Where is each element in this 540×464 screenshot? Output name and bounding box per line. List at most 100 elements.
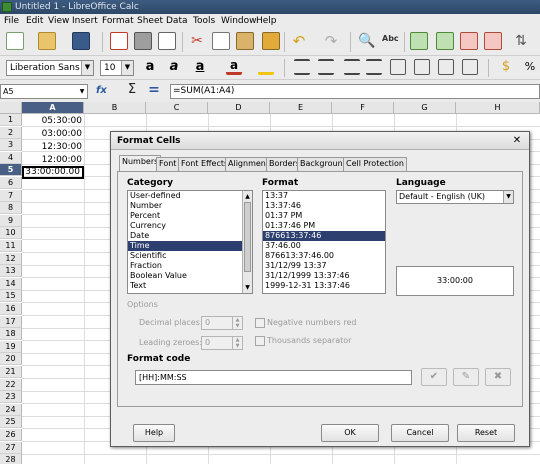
format-code-input[interactable]: [HH]:MM:SS: [135, 370, 412, 385]
row-header[interactable]: 17: [0, 315, 22, 328]
format-item[interactable]: 31/12/99 13:37: [263, 261, 385, 271]
row-header[interactable]: 1: [0, 114, 22, 126]
cell-a3[interactable]: 12:30:00: [22, 141, 84, 153]
column-header-c[interactable]: C: [146, 102, 208, 114]
menu-data[interactable]: Data: [166, 15, 188, 27]
row-header[interactable]: 7: [0, 189, 22, 202]
menu-help[interactable]: Help: [256, 15, 277, 27]
negative-red-checkbox[interactable]: [255, 318, 265, 328]
print-preview-icon[interactable]: [158, 32, 176, 50]
menu-tools[interactable]: Tools: [193, 15, 215, 27]
sort-icon[interactable]: ⇅: [512, 32, 530, 50]
thousands-separator-checkbox[interactable]: [255, 336, 265, 346]
column-header-a[interactable]: A: [22, 102, 84, 114]
highlight-color-icon[interactable]: [258, 59, 274, 75]
format-item[interactable]: 01:37:46 PM: [263, 221, 385, 231]
print-icon[interactable]: [134, 32, 152, 50]
open-folder-icon[interactable]: [38, 32, 56, 50]
font-name-combo[interactable]: Liberation Sans ▼: [6, 60, 94, 76]
menu-window[interactable]: Window: [221, 15, 257, 27]
spinner-arrows-icon[interactable]: ▲ ▼: [232, 317, 242, 329]
menu-format[interactable]: Format: [102, 15, 134, 27]
row-header[interactable]: 28: [0, 454, 22, 464]
category-item[interactable]: Fraction: [128, 261, 252, 271]
row-header[interactable]: 21: [0, 366, 22, 378]
delete-row-icon[interactable]: [460, 32, 478, 50]
tab-cell-protection[interactable]: Cell Protection: [343, 157, 407, 171]
row-header[interactable]: 16: [0, 303, 22, 315]
menu-view[interactable]: View: [48, 15, 69, 27]
name-box[interactable]: A5 ▼: [0, 84, 88, 99]
category-item[interactable]: Text: [128, 281, 252, 291]
format-item[interactable]: 876613:37:46: [263, 231, 385, 241]
category-item[interactable]: Boolean Value: [128, 271, 252, 281]
row-header[interactable]: 24: [0, 403, 22, 416]
category-item[interactable]: Percent: [128, 211, 252, 221]
row-header[interactable]: 8: [0, 202, 22, 215]
column-header-d[interactable]: D: [208, 102, 270, 114]
wrap-text-icon[interactable]: [414, 59, 430, 75]
category-scrollbar[interactable]: ▲ ▼: [242, 191, 252, 293]
scroll-up-icon[interactable]: ▲: [243, 192, 252, 201]
align-center-icon[interactable]: [318, 59, 334, 75]
column-header-h[interactable]: H: [456, 102, 540, 114]
add-format-icon[interactable]: ✔: [421, 368, 447, 386]
row-header[interactable]: 15: [0, 290, 22, 303]
category-item[interactable]: Date: [128, 231, 252, 241]
ok-button[interactable]: OK: [321, 424, 379, 442]
export-pdf-icon[interactable]: [110, 32, 128, 50]
reset-button[interactable]: Reset: [457, 424, 515, 442]
format-item[interactable]: 13:37:46: [263, 201, 385, 211]
formula-input[interactable]: =SUM(A1:A4): [170, 84, 540, 99]
column-header-g[interactable]: G: [394, 102, 456, 114]
redo-icon[interactable]: ↷: [322, 32, 340, 50]
new-document-icon[interactable]: [6, 32, 24, 50]
scroll-down-icon[interactable]: ▼: [243, 283, 252, 292]
row-header[interactable]: 25: [0, 416, 22, 429]
insert-row-icon[interactable]: [410, 32, 428, 50]
format-item[interactable]: 31/12/1999 13:37:46: [263, 271, 385, 281]
menu-file[interactable]: File: [4, 15, 19, 27]
menu-insert[interactable]: Insert: [72, 15, 98, 27]
insert-column-icon[interactable]: [436, 32, 454, 50]
format-item[interactable]: 876613:37:46.00: [263, 251, 385, 261]
italic-icon[interactable]: a: [166, 59, 182, 75]
column-header-e[interactable]: E: [270, 102, 332, 114]
align-left-icon[interactable]: [294, 59, 310, 75]
column-header-f[interactable]: F: [332, 102, 394, 114]
cell-a2[interactable]: 03:00:00: [22, 128, 84, 140]
row-header[interactable]: 9: [0, 214, 22, 227]
delete-column-icon[interactable]: [484, 32, 502, 50]
align-top-icon[interactable]: [438, 59, 454, 75]
category-item[interactable]: User-defined: [128, 191, 252, 201]
row-header[interactable]: 19: [0, 340, 22, 353]
undo-icon[interactable]: ↶: [290, 32, 308, 50]
format-list[interactable]: 13:37 13:37:46 01:37 PM 01:37:46 PM 876613:3…: [262, 190, 386, 294]
row-header[interactable]: 5: [0, 164, 22, 177]
cut-icon[interactable]: ✂: [188, 32, 206, 50]
cell-a1[interactable]: 05:30:00: [22, 115, 84, 127]
cell-a5-active[interactable]: 33:00:00.00: [22, 166, 84, 179]
cancel-button[interactable]: Cancel: [391, 424, 449, 442]
scroll-thumb[interactable]: [244, 202, 251, 272]
align-justify-icon[interactable]: [366, 59, 382, 75]
row-header[interactable]: 13: [0, 265, 22, 278]
column-header-b[interactable]: B: [84, 102, 146, 114]
spinner-arrows-icon[interactable]: ▲ ▼: [232, 337, 242, 349]
select-all-corner[interactable]: [0, 102, 22, 114]
tab-numbers[interactable]: Numbers: [119, 155, 162, 172]
align-right-icon[interactable]: [344, 59, 360, 75]
row-header[interactable]: 26: [0, 429, 22, 441]
row-header[interactable]: 20: [0, 353, 22, 366]
currency-format-icon[interactable]: $: [498, 59, 514, 75]
copy-icon[interactable]: [212, 32, 230, 50]
chevron-down-icon[interactable]: ▼: [81, 61, 93, 75]
row-header[interactable]: 23: [0, 391, 22, 404]
row-header[interactable]: 2: [0, 126, 22, 139]
row-header[interactable]: 6: [0, 177, 22, 189]
percent-format-icon[interactable]: %: [522, 59, 538, 75]
chevron-down-icon[interactable]: ▼: [77, 85, 87, 98]
category-item[interactable]: Currency: [128, 221, 252, 231]
function-icon[interactable]: =: [146, 82, 162, 98]
category-item[interactable]: Number: [128, 201, 252, 211]
